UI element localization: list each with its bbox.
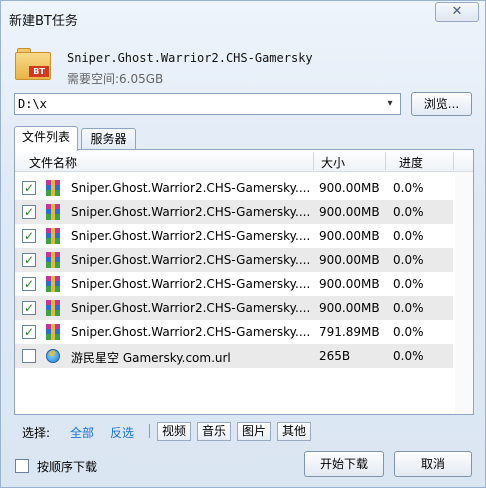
sequential-download-checkbox[interactable] xyxy=(15,459,29,473)
file-name: Sniper.Ghost.Warrior2.CHS-Gamersky.... xyxy=(71,277,311,291)
filter-video-button[interactable]: 视频 xyxy=(157,422,191,441)
file-progress: 0.0% xyxy=(393,205,424,219)
file-checkbox[interactable]: ✓ xyxy=(22,181,36,195)
filter-music-button[interactable]: 音乐 xyxy=(197,422,231,441)
filter-bar: 选择: 全部 反选 视频 音乐 图片 其他 xyxy=(14,415,474,447)
filter-divider xyxy=(149,424,150,438)
close-button[interactable]: ✕ xyxy=(435,2,479,22)
filter-other-button[interactable]: 其他 xyxy=(277,422,311,441)
column-divider[interactable] xyxy=(453,152,454,170)
file-checkbox[interactable]: ✓ xyxy=(22,277,36,291)
file-progress: 0.0% xyxy=(393,349,424,363)
task-name: Sniper.Ghost.Warrior2.CHS-Gamersky xyxy=(67,51,313,65)
file-name: Sniper.Ghost.Warrior2.CHS-Gamersky.... xyxy=(71,229,311,243)
tab-servers[interactable]: 服务器 xyxy=(81,128,136,151)
save-path-combobox[interactable]: D:\x ▾ xyxy=(14,93,401,115)
file-progress: 0.0% xyxy=(393,181,424,195)
file-name: Sniper.Ghost.Warrior2.CHS-Gamersky.... xyxy=(71,301,311,315)
rar-icon xyxy=(45,324,61,340)
file-checkbox[interactable]: ✓ xyxy=(22,229,36,243)
dialog-title: 新建BT任务 xyxy=(9,14,78,29)
rar-icon xyxy=(45,252,61,268)
rar-icon xyxy=(45,180,61,196)
bt-tag: BT xyxy=(29,66,49,77)
filter-image-button[interactable]: 图片 xyxy=(237,422,271,441)
column-divider[interactable] xyxy=(313,152,314,170)
file-size: 900.00MB xyxy=(319,301,380,315)
rar-icon xyxy=(45,300,61,316)
chevron-down-icon[interactable]: ▾ xyxy=(382,96,398,112)
file-row[interactable]: ✓ Sniper.Ghost.Warrior2.CHS-Gamersky....… xyxy=(15,320,453,344)
file-checkbox[interactable]: ✓ xyxy=(22,301,36,315)
file-checkbox[interactable]: ✓ xyxy=(22,205,36,219)
file-size: 265B xyxy=(319,349,351,363)
required-space: 需要空间:6.05GB xyxy=(67,72,164,86)
file-checkbox[interactable]: ✓ xyxy=(22,253,36,267)
tab-file-list[interactable]: 文件列表 xyxy=(14,126,78,151)
file-progress: 0.0% xyxy=(393,325,424,339)
file-name: Sniper.Ghost.Warrior2.CHS-Gamersky.... xyxy=(71,205,311,219)
file-row[interactable]: ✓ Sniper.Ghost.Warrior2.CHS-Gamersky....… xyxy=(15,200,453,224)
file-size: 900.00MB xyxy=(319,181,380,195)
file-row[interactable]: ✓ Sniper.Ghost.Warrior2.CHS-Gamersky....… xyxy=(15,272,453,296)
rar-icon xyxy=(45,204,61,220)
file-size: 900.00MB xyxy=(319,253,380,267)
select-all-link[interactable]: 全部 xyxy=(70,424,94,441)
file-name: Sniper.Ghost.Warrior2.CHS-Gamersky.... xyxy=(71,181,311,195)
file-progress: 0.0% xyxy=(393,301,424,315)
file-size: 791.89MB xyxy=(319,325,380,339)
file-progress: 0.0% xyxy=(393,277,424,291)
cancel-button[interactable]: 取消 xyxy=(394,451,472,477)
save-path-value[interactable]: D:\x xyxy=(18,97,47,111)
file-row[interactable]: ✓ Sniper.Ghost.Warrior2.CHS-Gamersky....… xyxy=(15,296,453,320)
browse-button[interactable]: 浏览... xyxy=(411,92,472,116)
file-row[interactable]: e 游民星空 Gamersky.com.url 265B 0.0% xyxy=(15,344,453,368)
title-bar[interactable]: 新建BT任务 ✕ xyxy=(1,1,485,31)
file-row[interactable]: ✓ Sniper.Ghost.Warrior2.CHS-Gamersky....… xyxy=(15,176,453,200)
close-icon: ✕ xyxy=(451,4,463,19)
file-size: 900.00MB xyxy=(319,277,380,291)
new-bt-task-dialog: 新建BT任务 ✕ BT Sniper.Ghost.Warrior2.CHS-Ga… xyxy=(0,0,486,488)
file-list-panel: 文件名称 大小 进度 ✓ Sniper.Ghost.Warrior2.CHS-G… xyxy=(14,149,474,415)
url-icon: e xyxy=(45,348,61,364)
filter-label: 选择: xyxy=(22,426,51,440)
file-name: 游民星空 Gamersky.com.url xyxy=(71,351,231,365)
file-progress: 0.0% xyxy=(393,229,424,243)
file-progress: 0.0% xyxy=(393,253,424,267)
file-checkbox[interactable] xyxy=(22,349,36,363)
file-checkbox[interactable]: ✓ xyxy=(22,325,36,339)
file-size: 900.00MB xyxy=(319,229,380,243)
file-row[interactable]: ✓ Sniper.Ghost.Warrior2.CHS-Gamersky....… xyxy=(15,248,453,272)
rar-icon xyxy=(45,276,61,292)
column-header-progress[interactable]: 进度 xyxy=(399,154,423,171)
file-name: Sniper.Ghost.Warrior2.CHS-Gamersky.... xyxy=(71,325,311,339)
sequential-download-label[interactable]: 按顺序下载 xyxy=(37,458,97,475)
invert-selection-link[interactable]: 反选 xyxy=(110,424,134,441)
column-divider[interactable] xyxy=(385,152,386,170)
file-name: Sniper.Ghost.Warrior2.CHS-Gamersky.... xyxy=(71,253,311,267)
file-list-header: 文件名称 大小 进度 xyxy=(15,150,473,172)
list-scrollbar[interactable] xyxy=(455,172,473,414)
start-download-button[interactable]: 开始下载 xyxy=(304,451,384,477)
file-size: 900.00MB xyxy=(319,205,380,219)
file-row[interactable]: ✓ Sniper.Ghost.Warrior2.CHS-Gamersky....… xyxy=(15,224,453,248)
column-header-name[interactable]: 文件名称 xyxy=(29,154,77,171)
column-header-size[interactable]: 大小 xyxy=(321,154,345,171)
rar-icon xyxy=(45,228,61,244)
bt-folder-icon: BT xyxy=(15,48,51,80)
